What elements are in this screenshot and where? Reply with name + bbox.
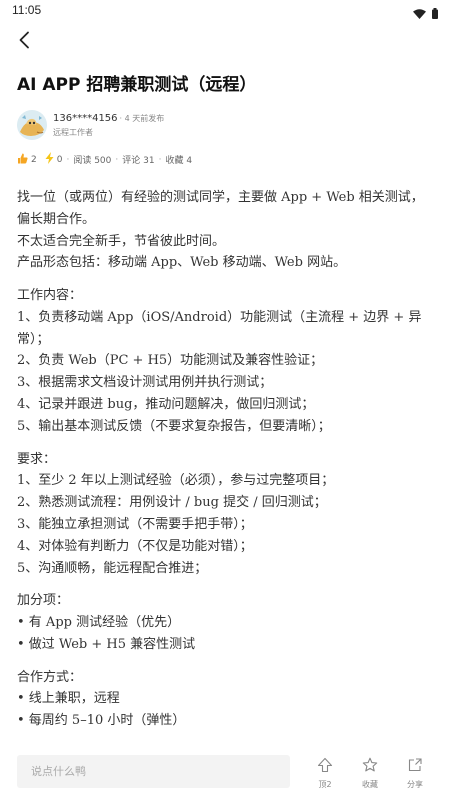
cooperation-section: 合作方式： • 线上兼职，远程 • 每周约 5–10 小时（弹性） bbox=[17, 667, 437, 732]
author-line: 136****4156 · 4 天前发布 bbox=[53, 113, 164, 124]
requirements-section: 要求： 1、至少 2 年以上测试经验（必须），参与过完整项目； 2、熟悉测试流程… bbox=[17, 449, 437, 580]
like-button[interactable]: 2 bbox=[17, 153, 37, 167]
thumbs-up-icon bbox=[17, 153, 28, 167]
content-line: 常）； bbox=[17, 331, 50, 347]
favorite-count: 收藏 4 bbox=[165, 156, 193, 166]
work-section: 工作内容： 1、负责移动端 App（iOS/Android）功能测试（主流程 +… bbox=[17, 285, 437, 438]
intro-section: 找一位（或两位）有经验的测试同学，主要做 App + Web 相关测试， 偏长期… bbox=[17, 187, 437, 274]
top-button[interactable]: 顶2 bbox=[308, 757, 342, 789]
status-bar: 11:05 bbox=[0, 0, 450, 22]
boost-button[interactable]: 0 bbox=[45, 152, 63, 167]
section-heading: 合作方式： bbox=[17, 669, 83, 685]
content-line: 5、输出基本测试反馈（不要求复杂报告，但要清晰）； bbox=[17, 418, 331, 434]
content-line: 1、负责移动端 App（iOS/Android）功能测试（主流程 + 边界 + … bbox=[17, 309, 422, 325]
content-line: 2、熟悉测试流程：用例设计 / bug 提交 / 回归测试； bbox=[17, 495, 327, 511]
favorite-button[interactable]: 收藏 bbox=[353, 757, 387, 789]
author-row[interactable]: 136****4156 · 4 天前发布 远程工作者 bbox=[17, 110, 164, 140]
status-icons bbox=[413, 4, 438, 23]
content-line: 产品形态包括：移动端 App、Web 移动端、Web 网站。 bbox=[17, 255, 347, 271]
like-count: 2 bbox=[31, 154, 37, 165]
content-line: 2、负责 Web（PC + H5）功能测试及兼容性验证； bbox=[17, 353, 324, 369]
bonus-section: 加分项： • 有 App 测试经验（优先） • 做过 Web + H5 兼容性测… bbox=[17, 590, 437, 655]
avatar[interactable] bbox=[17, 110, 47, 140]
boost-count: 0 bbox=[56, 154, 63, 165]
content-line: 4、对体验有判断力（不仅是功能对错）； bbox=[17, 538, 253, 554]
status-time: 11:05 bbox=[12, 3, 42, 17]
post-time: · 4 天前发布 bbox=[119, 113, 165, 123]
share-icon bbox=[407, 757, 423, 777]
author-name[interactable]: 136****4156 bbox=[53, 113, 118, 124]
comment-count: 评论 31 bbox=[122, 156, 155, 166]
stat-separator: · bbox=[158, 154, 162, 165]
content-line: 1、至少 2 年以上测试经验（必须），参与过完整项目； bbox=[17, 473, 335, 489]
content-line: 不太适合完全新手，节省彼此时间。 bbox=[17, 233, 226, 249]
content-line: 3、能独立承担测试（不需要手把手带）； bbox=[17, 516, 253, 532]
content-line: 4、记录并跟进 bug，推动问题解决，做回归测试； bbox=[17, 397, 315, 413]
author-info: 136****4156 · 4 天前发布 远程工作者 bbox=[53, 113, 164, 138]
stat-separator: · bbox=[115, 154, 119, 165]
content-line: 3、根据需求文档设计测试用例并执行测试； bbox=[17, 375, 273, 391]
share-button[interactable]: 分享 bbox=[398, 757, 432, 789]
content-line: 找一位（或两位）有经验的测试同学，主要做 App + Web 相关测试， bbox=[17, 190, 424, 205]
back-button[interactable] bbox=[10, 28, 38, 56]
star-icon bbox=[362, 757, 378, 777]
section-heading: 加分项： bbox=[17, 593, 70, 609]
lightning-icon bbox=[45, 152, 54, 167]
share-label: 分享 bbox=[407, 780, 423, 789]
section-heading: 要求： bbox=[17, 451, 57, 467]
content-line: • 线上兼职，远程 bbox=[17, 691, 120, 707]
post-stats: 2 0 · 阅读 500 · 评论 31 · 收藏 4 bbox=[17, 152, 192, 167]
top-label: 顶2 bbox=[318, 780, 332, 789]
content-line: • 每周约 5–10 小时（弹性） bbox=[17, 713, 186, 729]
section-heading: 工作内容： bbox=[17, 288, 83, 304]
content-line: • 做过 Web + H5 兼容性测试 bbox=[17, 636, 196, 652]
author-role: 远程工作者 bbox=[53, 127, 93, 137]
post-content: 找一位（或两位）有经验的测试同学，主要做 App + Web 相关测试， 偏长期… bbox=[17, 187, 437, 732]
stat-separator: · bbox=[66, 154, 70, 165]
read-count: 阅读 500 bbox=[73, 156, 112, 166]
content-line: • 有 App 测试经验（优先） bbox=[17, 615, 181, 631]
battery-icon bbox=[432, 4, 438, 23]
post-title: AI APP 招聘兼职测试（远程） bbox=[17, 75, 257, 95]
chevron-left-icon bbox=[18, 31, 30, 53]
wifi-icon bbox=[413, 4, 426, 23]
upvote-arrow-icon bbox=[317, 757, 333, 777]
bottom-action-bar: 顶2 收藏 分享 bbox=[0, 752, 450, 800]
content-line: 偏长期合作。 bbox=[17, 211, 96, 227]
content-line: 5、沟通顺畅，能远程配合推进； bbox=[17, 560, 208, 576]
comment-input[interactable] bbox=[17, 755, 290, 788]
favorite-label: 收藏 bbox=[362, 780, 378, 789]
